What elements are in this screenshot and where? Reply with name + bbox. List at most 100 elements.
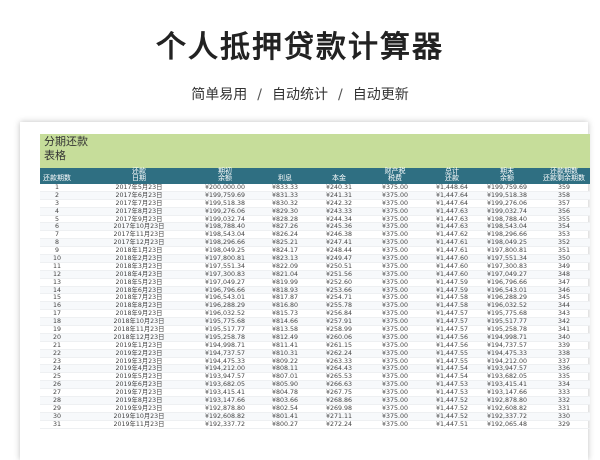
table-cell: ¥1,447.54: [435, 373, 469, 381]
table-cell: 15: [52, 294, 61, 302]
table-cell: ¥808.11: [271, 365, 299, 373]
table-cell: 352: [557, 239, 571, 247]
table-cell: ¥253.66: [325, 286, 353, 294]
table-cell: 2017年5月23日: [115, 184, 163, 191]
table-cell: ¥825.21: [271, 239, 299, 247]
table-cell: ¥193,147.66: [204, 397, 246, 405]
sheet-banner: 分期还款 表格: [40, 134, 590, 168]
table-row: 31 2019年11月23日 ¥192,337.72 ¥800.27 ¥272.24 ¥3…: [40, 421, 590, 429]
table-cell: 333: [557, 389, 571, 397]
table-cell: ¥197,300.83: [204, 270, 246, 278]
table-cell: 359: [557, 184, 571, 191]
table-cell: 23: [52, 357, 61, 365]
table-cell: ¥1,447.64: [435, 191, 469, 199]
table-cell: 356: [557, 207, 571, 215]
table-cell: ¥192,878.80: [486, 397, 528, 405]
table-cell: ¥375.00: [381, 278, 409, 286]
column-header-line2: 还款: [445, 174, 459, 182]
spreadsheet-preview: 分期还款 表格 还款期数 还款 日期 期初 余额 利息 本金 财产税 税费 总计 还款 期末 余额 还款期…: [20, 122, 590, 460]
table-cell: ¥815.73: [271, 310, 299, 318]
table-cell: 347: [557, 278, 571, 286]
table-row: 1 2017年5月23日 ¥200,000.00 ¥833.33 ¥240.31 ¥375…: [40, 184, 590, 192]
table-cell: ¥195,258.78: [486, 326, 528, 334]
table-cell: ¥1,447.52: [435, 412, 469, 420]
amortization-table: 1 2017年5月23日 ¥200,000.00 ¥833.33 ¥240.31 ¥375…: [40, 184, 590, 429]
table-cell: 2019年10月23日: [113, 412, 165, 420]
table-cell: 329: [557, 420, 571, 428]
table-cell: ¥831.33: [271, 191, 299, 199]
table-cell: ¥257.91: [325, 318, 353, 326]
table-cell: 18: [52, 318, 61, 326]
subtitle-auto-stats: 自动统计: [272, 87, 328, 103]
table-cell: ¥193,415.41: [204, 389, 246, 397]
table-cell: 20: [52, 333, 61, 341]
table-cell: ¥1,447.59: [435, 278, 469, 286]
table-cell: ¥1,447.63: [435, 207, 469, 215]
table-row: 13 2018年5月23日 ¥197,049.27 ¥819.99 ¥252.60 ¥37…: [40, 279, 590, 287]
table-cell: 3: [54, 199, 59, 207]
table-cell: ¥807.01: [271, 373, 299, 381]
table-cell: ¥247.41: [325, 239, 353, 247]
table-row: 2 2017年6月23日 ¥199,759.69 ¥831.33 ¥241.31 ¥375…: [40, 191, 590, 200]
table-cell: 2: [54, 191, 59, 199]
subtitle-easy: 简单易用: [191, 87, 248, 103]
table-cell: ¥375.00: [381, 389, 409, 397]
table-cell: ¥375.00: [381, 381, 409, 389]
table-cell: ¥244.34: [325, 215, 353, 223]
table-cell: ¥818.93: [271, 286, 299, 294]
table-cell: ¥375.00: [381, 310, 409, 318]
table-cell: 13: [52, 278, 61, 286]
table-cell: 2018年11月23日: [113, 326, 165, 334]
table-cell: ¥821.04: [271, 270, 299, 278]
column-header-line2: 利息: [278, 174, 292, 182]
table-cell: ¥271.11: [325, 412, 353, 420]
table-row: 3 2017年7月23日 ¥199,518.38 ¥830.32 ¥242.32 ¥375…: [40, 200, 590, 208]
table-cell: ¥197,551.34: [486, 255, 528, 263]
page-title: 个人抵押贷款计算器: [156, 30, 444, 65]
table-cell: ¥816.80: [271, 302, 299, 310]
table-cell: ¥240.31: [325, 184, 353, 191]
table-cell: 2019年2月23日: [115, 349, 163, 357]
table-cell: 16: [52, 302, 61, 310]
table-cell: ¥193,147.66: [486, 389, 528, 397]
table-row: 9 2018年1月23日 ¥198,049.25 ¥824.17 ¥248.44 ¥375…: [40, 247, 590, 256]
table-cell: ¥375.00: [381, 191, 409, 199]
table-cell: ¥1,447.56: [435, 341, 469, 349]
table-cell: ¥258.99: [325, 326, 353, 334]
table-cell: ¥1,447.62: [435, 231, 469, 239]
table-cell: ¥192,608.82: [486, 404, 528, 412]
table-cell: ¥1,447.61: [435, 239, 469, 247]
table-cell: 345: [557, 294, 571, 302]
table-cell: ¥375.00: [381, 302, 409, 310]
table-cell: 24: [52, 365, 61, 373]
table-cell: ¥1,447.58: [435, 294, 469, 302]
table-cell: 341: [557, 326, 571, 334]
table-cell: 2019年7月23日: [115, 389, 163, 397]
table-cell: 335: [557, 373, 571, 381]
table-cell: 12: [52, 270, 61, 278]
table-cell: ¥824.17: [271, 247, 299, 255]
column-header: 还款期数: [40, 168, 74, 182]
table-cell: 9: [54, 247, 59, 255]
table-cell: ¥265.53: [325, 373, 353, 381]
column-header: 利息: [258, 168, 312, 182]
table-cell: ¥826.24: [271, 231, 299, 239]
table-cell: 30: [52, 412, 61, 420]
table-cell: 2018年4月23日: [115, 270, 163, 278]
table-cell: 351: [557, 247, 571, 255]
table-cell: ¥375.00: [381, 184, 409, 191]
table-cell: 358: [557, 191, 571, 199]
table-cell: ¥196,032.52: [486, 302, 528, 310]
table-cell: 2017年8月23日: [115, 207, 163, 215]
table-cell: ¥195,775.68: [486, 310, 528, 318]
table-cell: ¥1,447.57: [435, 310, 469, 318]
table-cell: 2017年7月23日: [115, 199, 163, 207]
table-cell: ¥1,447.51: [435, 420, 469, 428]
table-cell: ¥255.78: [325, 302, 353, 310]
table-cell: 339: [557, 341, 571, 349]
table-cell: ¥833.33: [271, 184, 299, 191]
table-cell: 10: [52, 255, 61, 263]
table-cell: 2019年1月23日: [115, 341, 163, 349]
table-cell: ¥823.13: [271, 255, 299, 263]
table-cell: ¥1,447.63: [435, 223, 469, 231]
